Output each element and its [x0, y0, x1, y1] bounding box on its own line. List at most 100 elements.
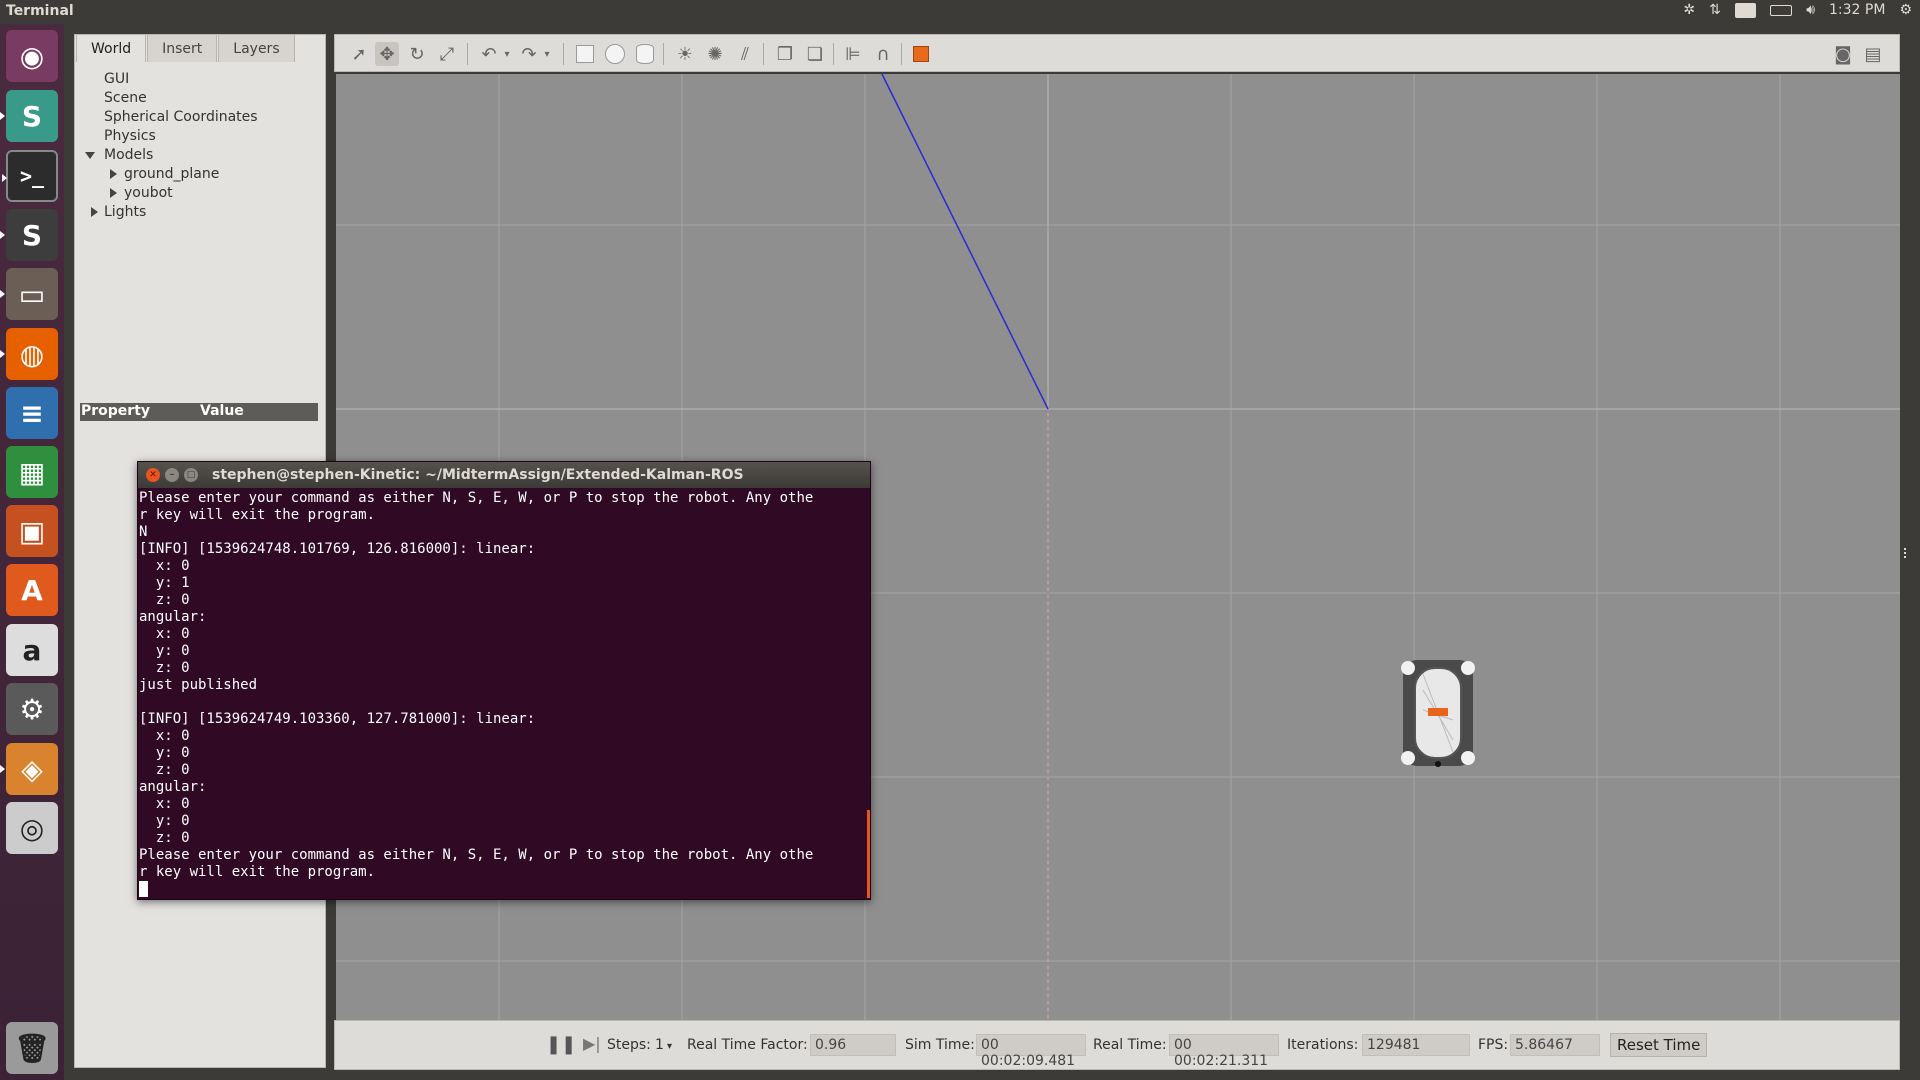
libreoffice-calc-launcher-button[interactable]: ▦ [6, 446, 58, 498]
terminal-launcher-button[interactable]: >_ [2, 150, 58, 202]
battery-icon[interactable] [1770, 4, 1793, 16]
copy-icon[interactable]: ❐ [773, 42, 797, 66]
volume-icon[interactable]: 🔊︎ [1806, 2, 1815, 18]
terminal-line: r key will exit the program. [139, 864, 376, 880]
left-panel-tabs: World Insert Layers [76, 34, 296, 62]
terminal-line: z: 0 [139, 830, 190, 846]
directional-light-icon[interactable]: ⫽ [733, 42, 757, 66]
undo-dropdown-icon[interactable]: ▾ [495, 42, 519, 66]
firefox-launcher-button[interactable]: ◍ [0, 328, 58, 380]
dvd-launcher-button[interactable]: ◎ [6, 802, 58, 854]
iterations-value: 129481 [1362, 1034, 1470, 1056]
align-icon[interactable]: ⊫ [841, 42, 865, 66]
spot-light-icon[interactable]: ✺ [703, 42, 727, 66]
terminal-line: just published [139, 677, 258, 693]
keyboard-layout-indicator[interactable]: En [1734, 2, 1757, 18]
terminal-line: Please enter your command as either N, S… [139, 847, 814, 863]
dvd-icon: ◎ [19, 811, 45, 845]
tree-item-lights[interactable]: Lights [80, 203, 258, 222]
sphere-shape-icon[interactable] [603, 42, 627, 66]
tree-item-ground-plane[interactable]: ground_plane [80, 165, 258, 184]
libreoffice-writer-launcher-button[interactable]: ≡ [6, 387, 58, 439]
terminal-titlebar[interactable]: ✕ – □ stephen@stephen-Kinetic: ~/Midterm… [138, 462, 870, 488]
minimize-icon[interactable]: – [165, 468, 179, 482]
expand-down-icon[interactable] [85, 152, 95, 159]
terminal-line: z: 0 [139, 762, 190, 778]
terminal-scrollbar[interactable] [867, 810, 870, 898]
expand-right-icon[interactable] [91, 207, 98, 217]
firefox-icon: ◍ [19, 337, 45, 371]
real-time-label: Real Time: [1093, 1037, 1167, 1053]
sublime-text-launcher-button[interactable]: S [0, 209, 58, 261]
tree-item-scene[interactable]: Scene [80, 89, 258, 108]
terminal-line: [INFO] [1539624749.103360, 127.781000]: … [139, 711, 536, 727]
active-app-title: Terminal [6, 3, 74, 19]
ubuntu-dash-launcher-button[interactable]: ◉ [6, 30, 58, 82]
terminal-window[interactable]: ✕ – □ stephen@stephen-Kinetic: ~/Midterm… [137, 461, 871, 900]
scale-icon[interactable]: ⤢ [435, 42, 459, 66]
network-settings-icon[interactable]: ✲ [1683, 2, 1695, 18]
close-icon[interactable]: ✕ [146, 468, 160, 482]
system-settings-launcher-button[interactable]: ⚙ [6, 683, 58, 735]
box-shape-icon[interactable] [573, 42, 597, 66]
software-center-launcher-button[interactable]: A [6, 564, 58, 616]
clock[interactable]: 1:32 PM [1829, 2, 1885, 18]
translate-icon[interactable]: ✥ [375, 42, 399, 66]
world-tree: GUI Scene Spherical Coordinates Physics … [80, 70, 258, 222]
terminal-line: z: 0 [139, 592, 190, 608]
step-forward-icon[interactable]: ▶| [583, 1034, 601, 1053]
property-table-header: Property Value [80, 403, 318, 421]
terminal-line: N [139, 524, 148, 540]
cylinder-shape-icon[interactable] [633, 42, 657, 66]
terminal-title: stephen@stephen-Kinetic: ~/MidtermAssign… [212, 467, 744, 483]
expand-right-icon[interactable] [110, 169, 117, 179]
log-icon[interactable]: ▤ [1861, 42, 1885, 66]
system-gear-icon[interactable]: ⚙ [1899, 2, 1912, 18]
terminal-line: angular: [139, 779, 207, 795]
tab-layers[interactable]: Layers [218, 34, 295, 62]
terminal-line: y: 0 [139, 813, 190, 829]
tree-item-physics[interactable]: Physics [80, 127, 258, 146]
files-launcher-button[interactable]: ▭ [0, 268, 58, 320]
terminal-output[interactable]: Please enter your command as either N, S… [139, 490, 869, 898]
youbot-model [1401, 660, 1475, 767]
view-angle-icon[interactable] [909, 42, 933, 66]
rotate-icon[interactable]: ↻ [405, 42, 429, 66]
files-icon: ▭ [18, 277, 46, 311]
reset-time-button[interactable]: Reset Time [1610, 1033, 1708, 1057]
select-arrow-icon[interactable]: ➚ [347, 42, 371, 66]
terminal-line: y: 0 [139, 643, 190, 659]
redo-dropdown-icon[interactable]: ▾ [535, 42, 559, 66]
libreoffice-impress-icon: ▣ [18, 514, 46, 548]
trash-launcher-button[interactable]: 🗑︎ [6, 1022, 58, 1074]
network-transfer-icon[interactable]: ⇅ [1709, 2, 1721, 18]
expand-right-icon[interactable] [110, 188, 117, 198]
tree-item-spherical-coordinates[interactable]: Spherical Coordinates [80, 108, 258, 127]
point-light-icon[interactable]: ☀ [673, 42, 697, 66]
slack-launcher-button[interactable]: S [0, 90, 58, 142]
tree-item-label: ground_plane [124, 166, 220, 182]
value-column-header: Value [200, 403, 244, 419]
amazon-launcher-button[interactable]: a [6, 624, 58, 676]
fps-label: FPS: [1478, 1037, 1509, 1053]
tree-item-gui[interactable]: GUI [80, 70, 258, 89]
gazebo-launcher-button[interactable]: ◈ [0, 743, 58, 795]
simulation-status-bar: ❚❚ ▶| Steps: 1 ▾ Real Time Factor: 0.96 … [334, 1020, 1900, 1070]
paste-icon[interactable]: ❏ [803, 42, 827, 66]
right-panel-handle[interactable] [1904, 548, 1908, 558]
steps-dropdown-icon[interactable]: ▾ [667, 1041, 672, 1052]
tab-world[interactable]: World [76, 34, 147, 62]
pause-icon[interactable]: ❚❚ [546, 1034, 576, 1055]
system-settings-icon: ⚙ [19, 692, 45, 726]
fps-value: 5.86467 [1510, 1034, 1600, 1056]
screenshot-camera-icon[interactable]: ◙ [1831, 42, 1855, 66]
maximize-icon[interactable]: □ [184, 468, 198, 482]
tree-item-youbot[interactable]: youbot [80, 184, 258, 203]
tab-insert[interactable]: Insert [147, 34, 218, 62]
tree-item-label: youbot [124, 185, 173, 201]
steps-value[interactable]: 1 [655, 1037, 664, 1053]
libreoffice-impress-launcher-button[interactable]: ▣ [6, 505, 58, 557]
terminal-prompt-line[interactable] [139, 881, 869, 898]
tree-item-models[interactable]: Models [80, 146, 258, 165]
snap-magnet-icon[interactable]: ∩ [871, 42, 895, 66]
